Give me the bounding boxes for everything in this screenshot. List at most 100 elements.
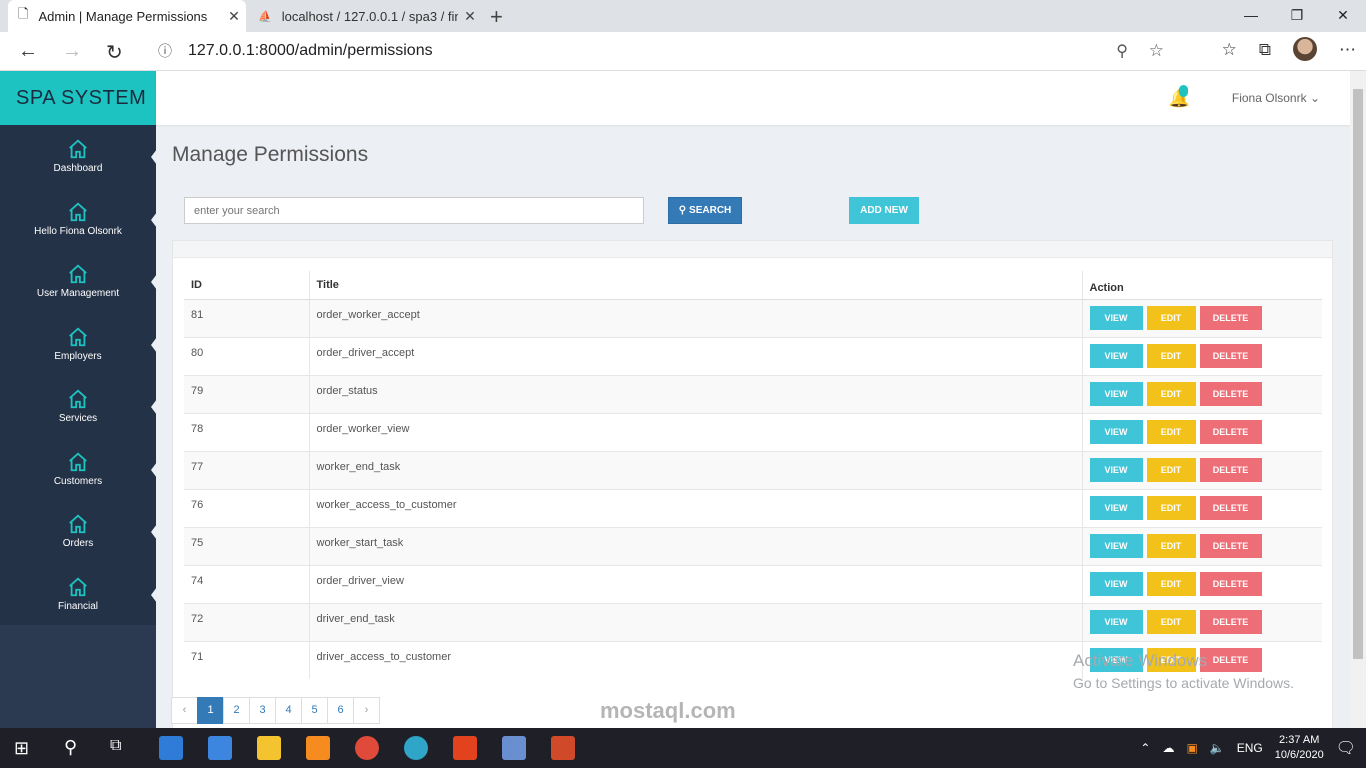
sidebar-item-label: Dashboard bbox=[53, 163, 103, 175]
address-bar[interactable]: ⓘ 127.0.0.1:8000/admin/permissions ⚲ ☆ bbox=[146, 36, 1174, 66]
view-button[interactable]: VIEW bbox=[1089, 609, 1143, 634]
file-explorer-icon[interactable] bbox=[257, 736, 281, 760]
close-window-icon[interactable]: ✕ bbox=[1320, 0, 1366, 32]
xampp-icon[interactable] bbox=[306, 736, 330, 760]
pagination-prev[interactable]: ‹ bbox=[171, 697, 198, 724]
pagination-page[interactable]: 4 bbox=[275, 697, 302, 724]
delete-button[interactable]: DELETE bbox=[1199, 305, 1262, 330]
edit-button[interactable]: EDIT bbox=[1146, 571, 1196, 596]
sidebar-item-dashboard[interactable]: Dashboard bbox=[0, 125, 157, 188]
info-icon[interactable]: ⓘ bbox=[158, 41, 184, 61]
pagination-page[interactable]: 1 bbox=[197, 697, 224, 724]
page-scrollbar[interactable] bbox=[1350, 71, 1366, 728]
table-row: 72 driver_end_task VIEW EDIT DELETE bbox=[184, 602, 1322, 641]
view-button[interactable]: VIEW bbox=[1089, 419, 1143, 444]
edit-button[interactable]: EDIT bbox=[1146, 533, 1196, 558]
search-input[interactable] bbox=[184, 197, 644, 224]
edit-button[interactable]: EDIT bbox=[1146, 495, 1196, 520]
close-tab-icon[interactable]: ✕ bbox=[222, 8, 246, 25]
pagination-page[interactable]: 5 bbox=[301, 697, 328, 724]
page-icon: 🗋 bbox=[18, 6, 29, 21]
sidebar-item-profile[interactable]: Hello Fiona Olsonrk bbox=[0, 188, 157, 251]
close-tab-icon[interactable]: ✕ bbox=[458, 8, 482, 25]
back-icon[interactable]: ← bbox=[18, 40, 38, 63]
delete-button[interactable]: DELETE bbox=[1199, 343, 1262, 368]
favorites-icon[interactable]: ☆ bbox=[1222, 40, 1237, 61]
edit-button[interactable]: EDIT bbox=[1146, 457, 1196, 482]
notifications-icon[interactable]: 🗨 bbox=[1336, 738, 1356, 758]
view-button[interactable]: VIEW bbox=[1089, 305, 1143, 330]
restore-icon[interactable]: ❐ bbox=[1274, 0, 1320, 32]
more-options-icon[interactable]: ⋯ bbox=[1339, 40, 1356, 61]
windows-start-icon[interactable]: ⊞ bbox=[14, 738, 29, 759]
view-button[interactable]: VIEW bbox=[1089, 495, 1143, 520]
favorite-star-icon[interactable]: ☆ bbox=[1149, 41, 1164, 61]
sidebar-item-financial[interactable]: Financial bbox=[0, 563, 157, 626]
edge-icon[interactable] bbox=[404, 736, 428, 760]
pagination-page[interactable]: 2 bbox=[223, 697, 250, 724]
view-button[interactable]: VIEW bbox=[1089, 457, 1143, 482]
minimize-icon[interactable]: — bbox=[1228, 0, 1274, 32]
delete-button[interactable]: DELETE bbox=[1199, 495, 1262, 520]
xampp-tray-icon[interactable]: ▣ bbox=[1186, 741, 1197, 755]
delete-button[interactable]: DELETE bbox=[1199, 381, 1262, 406]
clock[interactable]: 2:37 AM 10/6/2020 bbox=[1275, 733, 1324, 763]
delete-button[interactable]: DELETE bbox=[1199, 571, 1262, 596]
edit-button[interactable]: EDIT bbox=[1146, 419, 1196, 444]
cell-title: order_status bbox=[309, 374, 1083, 413]
search-button[interactable]: ⚲ SEARCH bbox=[668, 197, 742, 224]
pagination-page[interactable]: 3 bbox=[249, 697, 276, 724]
forward-icon[interactable]: → bbox=[62, 40, 82, 63]
delete-button[interactable]: DELETE bbox=[1199, 419, 1262, 444]
cell-actions: VIEW EDIT DELETE bbox=[1082, 374, 1322, 413]
delete-button[interactable]: DELETE bbox=[1199, 533, 1262, 558]
edit-button[interactable]: EDIT bbox=[1146, 343, 1196, 368]
search-icon[interactable]: ⚲ bbox=[64, 737, 77, 758]
new-tab-icon[interactable]: + bbox=[490, 4, 503, 30]
chevron-up-icon[interactable]: ⌃ bbox=[1140, 741, 1150, 755]
office-icon[interactable] bbox=[453, 736, 477, 760]
cell-id: 72 bbox=[184, 602, 310, 641]
pagination-next[interactable]: › bbox=[353, 697, 380, 724]
collections-icon[interactable]: ⧉ bbox=[1259, 40, 1271, 61]
sidebar-item-label: Orders bbox=[62, 538, 94, 550]
paint-icon[interactable] bbox=[502, 736, 526, 760]
sidebar-item-employers[interactable]: Employers bbox=[0, 313, 157, 376]
delete-button[interactable]: DELETE bbox=[1199, 609, 1262, 634]
pagination-page[interactable]: 6 bbox=[327, 697, 354, 724]
zoom-icon[interactable]: ⚲ bbox=[1116, 41, 1128, 61]
edit-button[interactable]: EDIT bbox=[1146, 381, 1196, 406]
sidebar-item-user-management[interactable]: User Management bbox=[0, 250, 157, 313]
user-name: Fiona Olsonrk bbox=[1231, 91, 1307, 105]
edit-button[interactable]: EDIT bbox=[1146, 305, 1196, 330]
delete-button[interactable]: DELETE bbox=[1199, 457, 1262, 482]
add-new-button[interactable]: ADD NEW bbox=[849, 197, 919, 224]
profile-avatar[interactable] bbox=[1293, 37, 1317, 61]
brand-logo[interactable]: SPA SYSTEM bbox=[0, 71, 156, 125]
view-button[interactable]: VIEW bbox=[1089, 343, 1143, 368]
mail-icon[interactable] bbox=[159, 736, 183, 760]
task-view-icon[interactable]: ⧉ bbox=[110, 737, 121, 755]
chrome-icon[interactable] bbox=[355, 736, 379, 760]
notification-bell-icon[interactable]: 🔔 bbox=[1169, 85, 1190, 109]
cell-id: 76 bbox=[184, 488, 310, 527]
tab-phpmyadmin[interactable]: ⛵ localhost / 127.0.0.1 / spa3 / fina ✕ bbox=[250, 0, 482, 32]
git-icon[interactable] bbox=[551, 736, 575, 760]
cell-actions: VIEW EDIT DELETE bbox=[1082, 412, 1322, 451]
sidebar-item-orders[interactable]: Orders bbox=[0, 500, 157, 563]
cloud-icon[interactable]: ☁ bbox=[1162, 741, 1174, 755]
sidebar-item-customers[interactable]: Customers bbox=[0, 438, 157, 501]
store-icon[interactable] bbox=[208, 736, 232, 760]
edit-button[interactable]: EDIT bbox=[1146, 609, 1196, 634]
sidebar-item-label: User Management bbox=[36, 288, 120, 300]
reload-icon[interactable]: ↻ bbox=[106, 40, 123, 65]
view-button[interactable]: VIEW bbox=[1089, 571, 1143, 596]
user-menu[interactable]: Fiona Olsonrk ⌄ bbox=[1232, 91, 1320, 105]
scrollbar-thumb[interactable] bbox=[1353, 89, 1363, 659]
volume-icon[interactable]: 🔈 bbox=[1210, 741, 1225, 755]
sidebar-item-services[interactable]: Services bbox=[0, 375, 157, 438]
view-button[interactable]: VIEW bbox=[1089, 381, 1143, 406]
language-indicator[interactable]: ENG bbox=[1237, 741, 1263, 755]
view-button[interactable]: VIEW bbox=[1089, 533, 1143, 558]
tab-admin[interactable]: 🗋 Admin | Manage Permissions ✕ bbox=[8, 0, 246, 32]
